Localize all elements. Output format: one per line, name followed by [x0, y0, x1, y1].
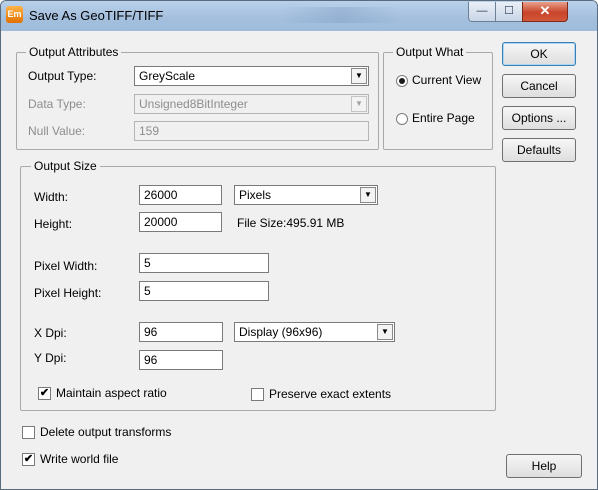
width-label: Width:	[34, 190, 69, 204]
height-label: Height:	[34, 217, 73, 231]
save-as-geotiff-dialog: Em Save As GeoTIFF/TIFF — ☐ ✕ Output Att…	[0, 0, 598, 490]
x-dpi-label: X Dpi:	[34, 326, 67, 340]
entire-page-label[interactable]: Entire Page	[412, 111, 475, 125]
output-type-label: Output Type:	[28, 69, 97, 83]
null-value-label: Null Value:	[28, 124, 86, 138]
entire-page-radio[interactable]	[396, 113, 408, 125]
help-button[interactable]: Help	[506, 454, 582, 478]
width-field[interactable]: 26000	[139, 185, 222, 205]
pixel-width-label: Pixel Width:	[34, 259, 98, 273]
maximize-button[interactable]: ☐	[495, 2, 523, 22]
dpi-preset-value: Display (96x96)	[239, 325, 323, 339]
pixel-height-label: Pixel Height:	[34, 286, 102, 300]
chevron-down-icon[interactable]: ▼	[377, 324, 393, 340]
data-type-select[interactable]: Unsigned8BitInteger ▼	[134, 94, 369, 114]
output-attributes-label: Output Attributes	[26, 45, 122, 59]
file-size-text: File Size:495.91 MB	[237, 216, 345, 230]
options-button[interactable]: Options ...	[502, 106, 576, 130]
y-dpi-label: Y Dpi:	[34, 351, 67, 365]
data-type-value: Unsigned8BitInteger	[139, 97, 248, 111]
pixel-height-field[interactable]: 5	[139, 281, 269, 301]
units-select[interactable]: Pixels ▼	[234, 185, 378, 205]
preserve-extents-label[interactable]: Preserve exact extents	[269, 387, 391, 401]
x-dpi-field[interactable]: 96	[139, 322, 223, 342]
output-type-value: GreyScale	[139, 69, 196, 83]
current-view-radio[interactable]	[396, 75, 408, 87]
background-window-blur	[281, 7, 401, 23]
output-what-group	[383, 52, 493, 150]
units-value: Pixels	[239, 188, 272, 202]
delete-transforms-label[interactable]: Delete output transforms	[40, 425, 171, 439]
title-bar[interactable]: Em Save As GeoTIFF/TIFF — ☐ ✕	[1, 1, 597, 31]
chevron-down-icon[interactable]: ▼	[351, 96, 367, 112]
maintain-aspect-checkbox[interactable]: ✔	[38, 387, 51, 400]
null-value-field[interactable]: 159	[134, 121, 369, 141]
chevron-down-icon[interactable]: ▼	[360, 187, 376, 203]
write-world-file-checkbox[interactable]: ✔	[22, 453, 35, 466]
maintain-aspect-label[interactable]: Maintain aspect ratio	[56, 386, 167, 400]
pixel-width-field[interactable]: 5	[139, 253, 269, 273]
minimize-button[interactable]: —	[468, 2, 496, 22]
close-button[interactable]: ✕	[522, 2, 568, 22]
preserve-extents-checkbox[interactable]	[251, 388, 264, 401]
dpi-preset-select[interactable]: Display (96x96) ▼	[234, 322, 395, 342]
chevron-down-icon[interactable]: ▼	[351, 68, 367, 84]
delete-transforms-checkbox[interactable]	[22, 426, 35, 439]
data-type-label: Data Type:	[28, 97, 86, 111]
app-icon: Em	[6, 6, 23, 23]
window-title: Save As GeoTIFF/TIFF	[29, 8, 164, 23]
output-what-label: Output What	[393, 45, 467, 59]
defaults-button[interactable]: Defaults	[502, 138, 576, 162]
write-world-file-label[interactable]: Write world file	[40, 452, 118, 466]
check-mark-icon: ✔	[23, 453, 34, 465]
check-mark-icon: ✔	[39, 387, 50, 399]
cancel-button[interactable]: Cancel	[502, 74, 576, 98]
output-size-label: Output Size	[31, 159, 100, 173]
current-view-label[interactable]: Current View	[412, 73, 481, 87]
output-type-select[interactable]: GreyScale ▼	[134, 66, 369, 86]
y-dpi-field[interactable]: 96	[139, 350, 223, 370]
ok-button[interactable]: OK	[502, 42, 576, 66]
height-field[interactable]: 20000	[139, 212, 222, 232]
